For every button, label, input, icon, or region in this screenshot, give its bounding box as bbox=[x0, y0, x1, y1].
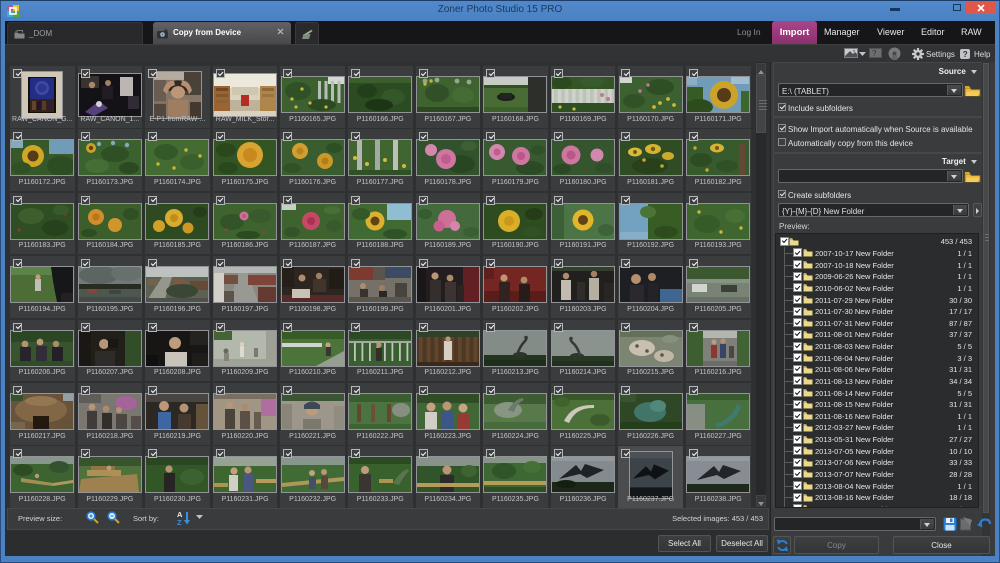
svg-text:?: ? bbox=[872, 49, 877, 58]
svg-text:Z: Z bbox=[177, 518, 182, 526]
svg-text:?: ? bbox=[963, 50, 968, 59]
